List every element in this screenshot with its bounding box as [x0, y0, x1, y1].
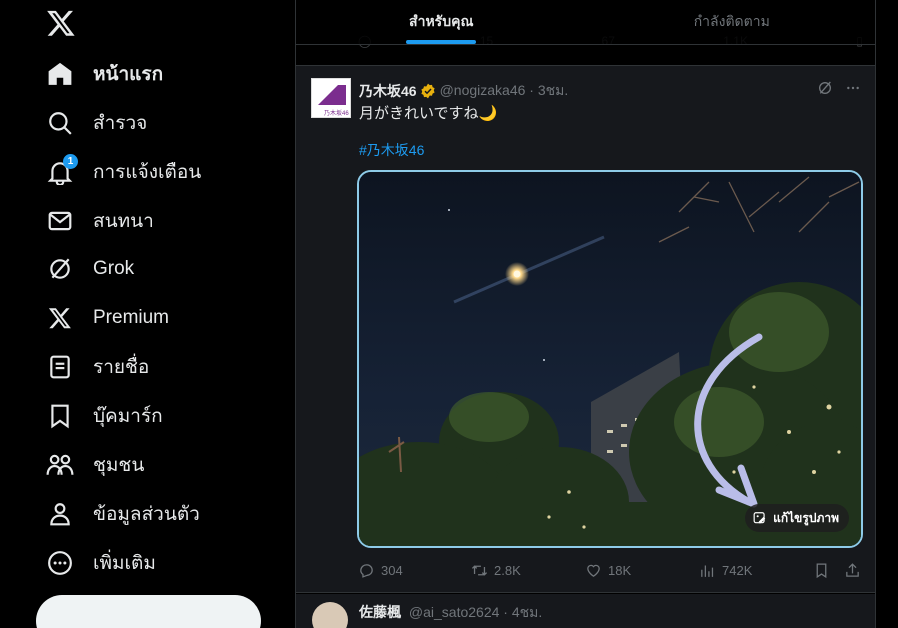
sidebar-item-more[interactable]: เพิ่มเติม [46, 547, 156, 579]
sidebar-item-premium[interactable]: Premium [46, 302, 169, 334]
bookmark-button[interactable] [813, 562, 830, 579]
edit-image-icon [753, 511, 767, 525]
display-name[interactable]: 乃木坂46 [359, 81, 417, 101]
reply-count: 304 [381, 562, 403, 578]
mail-icon [46, 207, 74, 235]
post-text: 月がきれいですね🌙 [359, 105, 498, 122]
sidebar-item-bookmarks[interactable]: บุ๊คมาร์ก [46, 400, 163, 432]
sidebar-item-label: บุ๊คมาร์ก [93, 406, 163, 427]
post-image[interactable]: แก้ไขรูปภาพ [357, 170, 863, 548]
active-tab-indicator [406, 40, 476, 44]
hashtag-link[interactable]: #乃木坂46 [359, 140, 424, 160]
avatar[interactable] [312, 602, 348, 628]
edit-photo-label: แก้ไขรูปภาพ [773, 510, 839, 525]
search-icon [46, 109, 74, 137]
views-button[interactable]: 742K [699, 562, 752, 579]
more-options-icon[interactable] [845, 80, 861, 101]
timeline: ◯ 15 67 1.1K ▯ สำหรับคุณ กำลังติดตาม 乃木坂… [295, 0, 876, 628]
sidebar-item-label: Grok [93, 258, 135, 279]
post-actions: 304 2.8K 18K 742K [358, 560, 866, 580]
bookmark-icon [46, 402, 74, 430]
tab-label: กำลังติดตาม [693, 13, 770, 29]
retweet-count: 2.8K [494, 562, 521, 578]
edit-photo-button[interactable]: แก้ไขรูปภาพ [745, 504, 849, 532]
sidebar-item-label: ชุมชน [93, 455, 145, 476]
sidebar-item-communities[interactable]: ชุมชน [46, 449, 144, 481]
sidebar: หน้าแรก สำรวจ 1 การแจ้งเตือน สนทนา Grok … [0, 0, 295, 628]
retweet-icon [471, 564, 488, 576]
grok-icon [46, 255, 74, 283]
post[interactable]: 乃木坂46 乃木坂46 @nogizaka46 · 3ชม. 月がきれいですね🌙… [296, 65, 875, 593]
sidebar-item-notifications[interactable]: 1 การแจ้งเตือน [46, 154, 202, 188]
x-premium-icon [46, 304, 74, 332]
sidebar-item-messages[interactable]: สนทนา [46, 205, 154, 237]
tab-label: สำหรับคุณ [409, 13, 474, 29]
home-icon [46, 60, 74, 88]
display-name[interactable]: 佐藤楓 [359, 604, 401, 620]
profile-icon [46, 500, 74, 528]
sidebar-item-grok[interactable]: Grok [46, 253, 134, 285]
sidebar-item-label: Premium [93, 307, 170, 328]
sidebar-item-label: สนทนา [93, 211, 154, 232]
sidebar-item-profile[interactable]: ข้อมูลส่วนตัว [46, 498, 200, 530]
right-gutter [876, 0, 898, 628]
verified-badge-icon [420, 83, 436, 99]
analytics-icon [701, 565, 714, 577]
retweet-button[interactable]: 2.8K [471, 562, 521, 579]
like-button[interactable]: 18K [585, 562, 631, 579]
notification-badge: 1 [63, 154, 78, 169]
post-top-icons [817, 80, 861, 101]
more-circle-icon [46, 549, 74, 577]
sidebar-item-explore[interactable]: สำรวจ [46, 107, 147, 139]
post-header: 佐藤楓 @ai_sato2624 · 4ชม. [359, 602, 542, 624]
tab-following[interactable]: กำลังติดตาม [587, 0, 876, 44]
grok-icon[interactable] [817, 80, 833, 101]
view-count: 742K [722, 562, 753, 578]
heart-icon [587, 564, 600, 577]
sidebar-item-label: หน้าแรก [93, 64, 164, 85]
tab-for-you[interactable]: สำหรับคุณ [296, 0, 587, 44]
share-icon [846, 562, 859, 577]
like-count: 18K [608, 562, 632, 578]
sidebar-item-label: เพิ่มเติม [93, 553, 156, 574]
handle-and-time: @nogizaka46 · 3ชม. [439, 82, 569, 98]
post-button[interactable] [36, 595, 261, 628]
reply-button[interactable]: 304 [358, 562, 403, 579]
handle-and-time: @ai_sato2624 · 4ชม. [408, 604, 543, 620]
sidebar-item-home[interactable]: หน้าแรก [46, 58, 163, 90]
sidebar-item-label: การแจ้งเตือน [93, 162, 202, 183]
sidebar-item-lists[interactable]: รายชื่อ [46, 351, 149, 383]
sidebar-item-label: ข้อมูลส่วนตัว [93, 504, 200, 525]
share-button[interactable] [844, 562, 861, 579]
avatar[interactable]: 乃木坂46 [311, 78, 351, 118]
reply-icon [360, 563, 373, 578]
bookmark-icon [816, 562, 827, 578]
sidebar-item-label: รายชื่อ [93, 357, 150, 378]
x-logo-icon[interactable] [46, 8, 76, 38]
bell-icon: 1 [46, 154, 78, 186]
list-icon [46, 353, 74, 381]
timeline-tabs: สำหรับคุณ กำลังติดตาม [296, 0, 876, 45]
post-header: 乃木坂46 @nogizaka46 · 3ชม. [359, 80, 568, 102]
community-icon [46, 451, 74, 479]
sidebar-item-label: สำรวจ [93, 113, 148, 134]
next-post[interactable]: 佐藤楓 @ai_sato2624 · 4ชม. [296, 594, 875, 628]
